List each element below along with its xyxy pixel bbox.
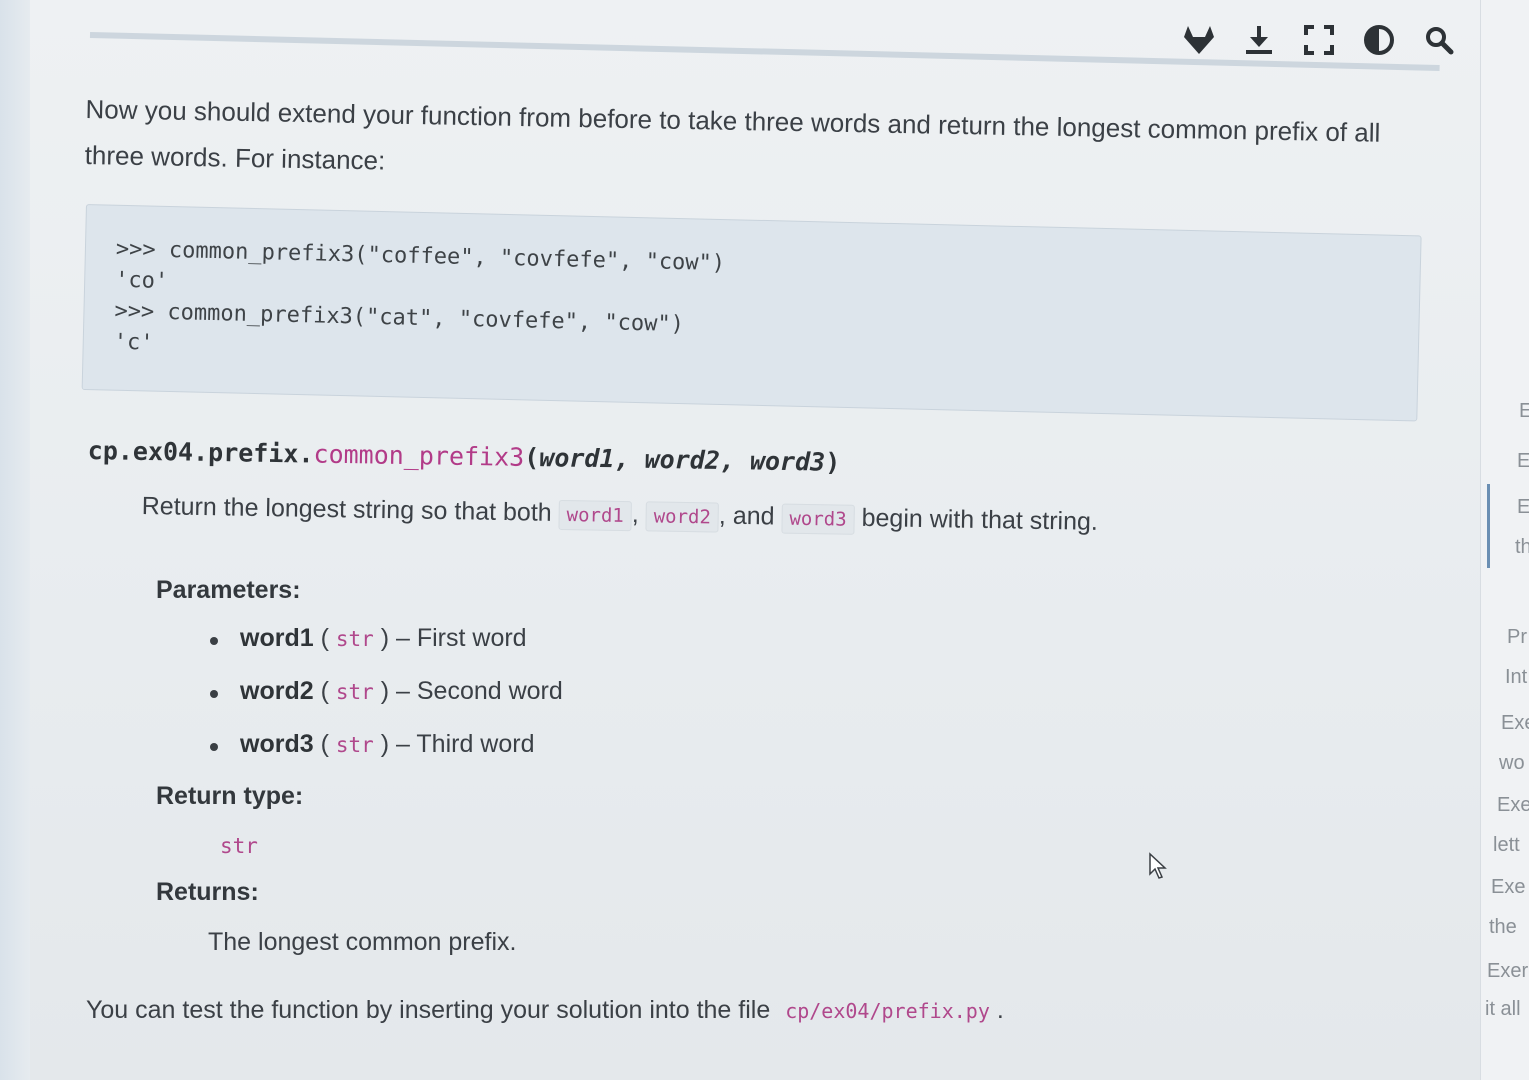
param-desc: First word — [416, 624, 527, 652]
list-item: word2 ( str ) – Second word — [208, 677, 563, 730]
param-name: word3 — [240, 730, 314, 758]
inline-code-word2: word2 — [645, 501, 720, 533]
signature-params: word1, word2, word3 — [539, 443, 826, 477]
signature-module: cp.ex04.prefix. — [87, 436, 314, 469]
sidebar-item[interactable]: Exe — [1491, 876, 1525, 899]
param-desc: Second word — [416, 677, 563, 705]
file-path: cp/ex04/prefix.py — [785, 999, 990, 1023]
intro-paragraph: Now you should extend your function from… — [84, 93, 1381, 176]
sidebar-item[interactable]: Exe — [1501, 712, 1529, 735]
param-desc: Third word — [416, 730, 535, 758]
inline-code-word3: word3 — [781, 503, 855, 535]
sidebar-item[interactable]: Pr — [1507, 626, 1527, 649]
sidebar-item[interactable]: E — [1517, 450, 1529, 473]
returns-value: The longest common prefix. — [208, 928, 517, 956]
parameter-list: word1 ( str ) – First word word2 ( str )… — [208, 624, 563, 783]
desc-sep1: , — [631, 500, 640, 529]
sidebar-item[interactable]: it all — [1485, 998, 1521, 1021]
mouse-cursor-icon — [1148, 852, 1168, 885]
param-name: word1 — [240, 624, 314, 652]
sidebar-item[interactable]: th — [1515, 536, 1529, 559]
sidebar-item[interactable]: Exer — [1487, 960, 1528, 983]
sidebar-item[interactable]: lett — [1493, 834, 1520, 857]
sidebar-item[interactable]: E — [1517, 496, 1529, 519]
sidebar-item[interactable]: E — [1519, 400, 1529, 423]
right-sidebar: E E E th Pr Int Exe wo Exe lett Exe the … — [1480, 0, 1529, 1080]
desc-before: Return the longest string so that both — [141, 492, 552, 527]
param-type: str — [335, 680, 374, 704]
sidebar-item[interactable]: Int — [1505, 666, 1527, 689]
signature-close-paren: ) — [825, 447, 841, 477]
sidebar-item[interactable]: the — [1489, 916, 1517, 939]
example-code-block: >>> common_prefix3("coffee", "covfefe", … — [81, 204, 1422, 422]
return-type-value: str — [220, 834, 258, 858]
list-item: word3 ( str ) – Third word — [208, 730, 563, 783]
return-type-label: Return type: — [156, 782, 304, 810]
param-type: str — [335, 627, 374, 651]
page: Now you should extend your function from… — [0, 0, 1529, 1080]
sidebar-item[interactable]: Exe — [1497, 794, 1529, 817]
signature-function-name: common_prefix3 — [313, 439, 525, 472]
footer-end: . — [996, 996, 1004, 1024]
returns-label: Returns: — [156, 878, 259, 906]
function-signature: cp.ex04.prefix.common_prefix3(word1, wor… — [88, 436, 841, 477]
desc-after: begin with that string. — [861, 503, 1099, 536]
doc-content: Now you should extend your function from… — [0, 0, 1529, 1080]
list-item: word1 ( str ) – First word — [208, 624, 563, 677]
param-type: str — [335, 733, 374, 757]
parameters-label: Parameters: — [156, 576, 301, 604]
footer-note: You can test the function by inserting y… — [86, 996, 1004, 1025]
param-name: word2 — [240, 677, 314, 705]
signature-open-paren: ( — [523, 442, 540, 473]
function-description: Return the longest string so that both w… — [142, 492, 1099, 537]
desc-sep2: , and — [718, 501, 775, 531]
footer-text: You can test the function by inserting y… — [86, 996, 771, 1024]
sidebar-item[interactable]: wo — [1499, 752, 1525, 775]
inline-code-word1: word1 — [558, 499, 633, 532]
sidebar-active-indicator — [1487, 484, 1490, 568]
